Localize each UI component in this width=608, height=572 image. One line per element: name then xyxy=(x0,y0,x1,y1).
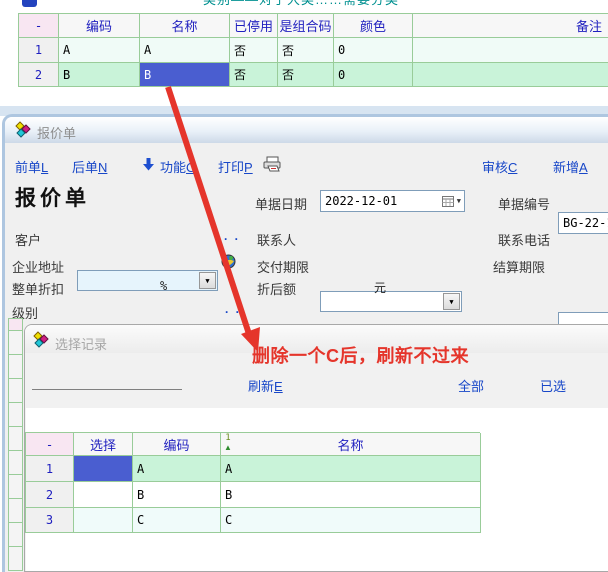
doc-date-field[interactable]: 2022-12-01 ▼ xyxy=(320,190,465,212)
cell-code[interactable]: C xyxy=(133,508,221,533)
settle-deadline-label: 结算期限 xyxy=(493,257,545,276)
quotation-window-titlebar[interactable]: 报价单 xyxy=(5,117,608,143)
row-number-cell[interactable]: 1 xyxy=(26,456,74,482)
header-cell-color[interactable]: 颜色 xyxy=(334,14,413,38)
red-annotation-text: 删除一个C后，刷新不过来 xyxy=(252,342,469,368)
cell-code[interactable]: A xyxy=(133,456,221,482)
phone-label: 联系电话 xyxy=(498,230,550,249)
cell-disabled[interactable]: 否 xyxy=(230,38,278,63)
grid-strip-header-cell xyxy=(8,318,23,331)
window-title: 报价单 xyxy=(37,123,76,142)
discount-label: 整单折扣 xyxy=(12,279,64,298)
contact-combo[interactable]: ▼ xyxy=(320,291,462,312)
cell-disabled[interactable]: 否 xyxy=(230,63,278,87)
row-number-cell[interactable]: 1 xyxy=(19,38,59,63)
select-cell-selected[interactable] xyxy=(74,456,133,482)
select-cell[interactable] xyxy=(74,508,133,533)
form-heading: 报价单 xyxy=(15,182,90,212)
row-number-cell[interactable]: 3 xyxy=(26,508,74,533)
date-picker-button[interactable]: ▼ xyxy=(442,191,461,211)
chevron-down-icon: ▼ xyxy=(205,277,209,285)
cell-remark[interactable] xyxy=(413,63,608,87)
show-selected-button[interactable]: 已选 xyxy=(540,376,566,395)
filter-input[interactable] xyxy=(32,372,182,390)
header-cell-remark[interactable]: 备注 xyxy=(413,14,608,38)
cell-code[interactable]: B xyxy=(133,482,221,508)
sort-asc-icon: ▲ xyxy=(224,443,232,452)
chevron-down-icon: ▼ xyxy=(449,298,453,306)
dialog-title: 选择记录 xyxy=(55,334,107,353)
dropdown-button[interactable]: ▼ xyxy=(199,272,216,289)
discount-unit: % xyxy=(160,279,167,293)
cell-name-selected[interactable]: B xyxy=(140,63,230,87)
row-number-cell[interactable]: 2 xyxy=(26,482,74,508)
audit-button[interactable]: 审核C xyxy=(482,157,517,176)
cell-combo[interactable]: 否 xyxy=(278,38,334,63)
dropdown-blue-arrow-icon[interactable] xyxy=(143,158,154,171)
refresh-button[interactable]: 刷新E xyxy=(248,376,283,395)
doc-date-label: 单据日期 xyxy=(255,194,307,213)
globe-icon[interactable] xyxy=(221,254,236,269)
after-discount-unit: 元 xyxy=(374,279,386,296)
top-hint-clipped-text: 类别——对于大类……需要分类 xyxy=(203,0,463,6)
level-browse-dots[interactable]: . . xyxy=(225,302,241,316)
cell-color[interactable]: 0 xyxy=(334,63,413,87)
row-number-cell[interactable]: 2 xyxy=(19,63,59,87)
cell-code[interactable]: B xyxy=(59,63,140,87)
deliver-deadline-label: 交付期限 xyxy=(257,257,309,276)
window-diamonds-icon xyxy=(33,331,49,348)
header-cell-code[interactable]: 编码 xyxy=(59,14,140,38)
address-label: 企业地址 xyxy=(12,257,64,276)
cell-code[interactable]: A xyxy=(59,38,140,63)
show-all-button[interactable]: 全部 xyxy=(458,376,484,395)
calendar-icon xyxy=(442,195,454,207)
background-grid-strip xyxy=(8,318,23,571)
doc-number-field[interactable]: BG-22-1 xyxy=(558,212,608,234)
cell-color[interactable]: 0 xyxy=(334,38,413,63)
customer-browse-dots[interactable]: . . xyxy=(224,229,240,243)
partial-app-icon xyxy=(22,0,37,7)
select-cell[interactable] xyxy=(74,482,133,508)
header-cell-combo[interactable]: 是组合码 xyxy=(278,14,334,38)
sort-indicator: 1 ▲ xyxy=(224,434,232,452)
header-cell-name[interactable]: 1 ▲ 名称 xyxy=(221,433,481,456)
functions-menu-button[interactable]: 功能O xyxy=(160,157,196,176)
cell-name[interactable]: A xyxy=(221,456,481,482)
print-button[interactable]: 打印P xyxy=(218,157,253,176)
header-cell-select[interactable]: 选择 xyxy=(74,433,133,456)
cell-name[interactable]: B xyxy=(221,482,481,508)
select-records-table: - 选择 编码 1 ▲ 名称 1 A A 2 B B 3 C C xyxy=(25,432,480,533)
select-records-dialog: 选择记录 删除一个C后，刷新不过来 刷新E 全部 已选 - 选择 编码 1 ▲ … xyxy=(24,324,608,572)
customer-combo[interactable]: ▼ xyxy=(77,270,218,291)
header-cell-name[interactable]: 名称 xyxy=(140,14,230,38)
corner-header-cell[interactable]: - xyxy=(19,14,59,38)
add-new-button[interactable]: 新增A xyxy=(553,157,588,176)
next-doc-button[interactable]: 后单N xyxy=(72,157,107,176)
after-discount-label: 折后额 xyxy=(257,279,296,298)
chevron-down-icon: ▼ xyxy=(457,197,461,205)
cell-name[interactable]: C xyxy=(221,508,481,533)
header-cell-disabled[interactable]: 已停用 xyxy=(230,14,278,38)
dropdown-button[interactable]: ▼ xyxy=(443,293,460,310)
window-diamonds-icon xyxy=(15,121,31,138)
contact-label: 联系人 xyxy=(257,230,296,249)
customer-label: 客户 xyxy=(15,230,41,249)
prev-doc-button[interactable]: 前单L xyxy=(15,157,48,176)
header-cell-code[interactable]: 编码 xyxy=(133,433,221,456)
corner-header-cell[interactable]: - xyxy=(26,433,74,456)
cell-name[interactable]: A xyxy=(140,38,230,63)
doc-number-label: 单据编号 xyxy=(498,194,550,213)
printer-icon[interactable] xyxy=(262,156,282,173)
category-table: - 编码 名称 已停用 是组合码 颜色 备注 1 A A 否 否 0 2 B B… xyxy=(18,13,608,87)
cell-combo[interactable]: 否 xyxy=(278,63,334,87)
cell-remark[interactable] xyxy=(413,38,608,63)
